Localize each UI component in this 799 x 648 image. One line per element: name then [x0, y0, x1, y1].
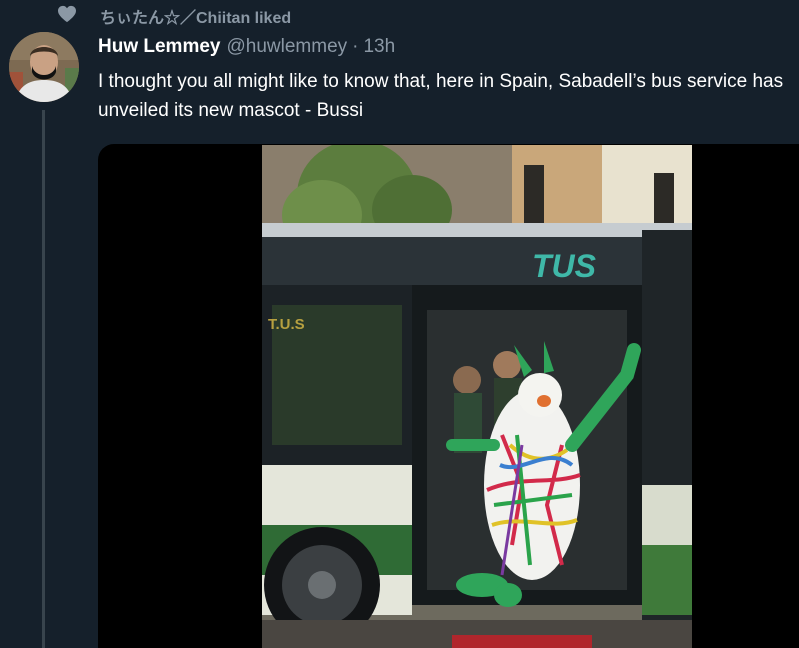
thread-line — [42, 110, 45, 648]
avatar[interactable] — [9, 32, 79, 102]
bus-logo: TUS — [532, 248, 597, 284]
bus-side-text: T.U.S — [268, 316, 305, 333]
tweet-video[interactable]: TUS T.U.S — [98, 144, 799, 648]
author-name[interactable]: Huw Lemmey — [98, 36, 220, 58]
timestamp[interactable]: 13h — [363, 36, 395, 58]
social-context-text[interactable]: ちぃたん☆／Chiitan liked — [100, 4, 291, 28]
author-handle[interactable]: @huwlemmey — [226, 36, 347, 58]
tweet[interactable]: ちぃたん☆／Chiitan liked Huw Lemmey @huwlemme… — [0, 0, 799, 648]
tweet-text: I thought you all might like to know tha… — [98, 71, 784, 121]
header-separator: · — [352, 36, 359, 57]
tweet-header: Huw Lemmey @huwlemmey · 13h — [98, 36, 395, 58]
heart-icon — [58, 5, 76, 23]
video-frame[interactable]: TUS T.U.S — [262, 145, 692, 648]
